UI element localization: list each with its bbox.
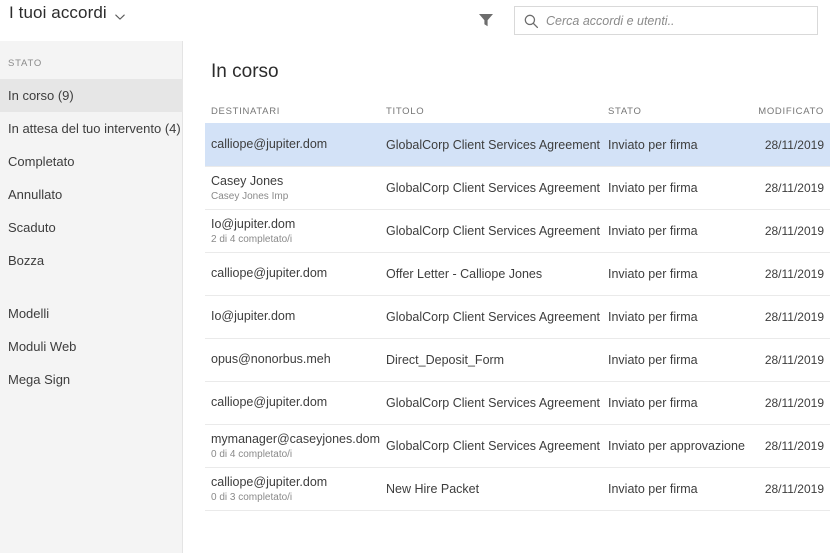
search-icon — [523, 13, 539, 29]
table-row[interactable]: mymanager@caseyjones.dom 0 di 4 completat… — [205, 424, 830, 467]
table-row[interactable]: opus@nonorbus.meh Direct_Deposit_Form Invi… — [205, 338, 830, 381]
cell-title: Direct_Deposit_Form — [386, 353, 505, 367]
cell-title: GlobalCorp Client Services Agreement — [386, 439, 600, 453]
cell-recipients: calliope@jupiter.dom — [205, 266, 386, 282]
top-bar: I tuoi accordi — [0, 0, 830, 41]
cell-title: GlobalCorp Client Services Agreement — [386, 310, 600, 324]
agreements-table: DESTINATARI TITOLO STATO MODIFICATO call… — [205, 95, 830, 511]
sidebar-item-3[interactable]: Annullato — [0, 178, 183, 211]
cell-modified: 28/11/2019 — [764, 267, 824, 281]
search-input[interactable] — [546, 7, 811, 34]
sidebar-item-2[interactable]: Completato — [0, 145, 183, 178]
cell-status: Inviato per firma — [608, 137, 698, 152]
cell-status: Inviato per firma — [608, 396, 698, 410]
sidebar-item-0[interactable]: In corso (9) — [0, 79, 183, 112]
cell-modified: 28/11/2019 — [764, 396, 824, 410]
table-header-row: DESTINATARI TITOLO STATO MODIFICATO — [205, 95, 830, 123]
page-title: I tuoi accordi — [9, 3, 107, 22]
table-row[interactable]: calliope@jupiter.dom 0 di 3 completato/i N… — [205, 467, 830, 510]
table-row[interactable]: Casey Jones Casey Jones Imp GlobalCorp Cli… — [205, 166, 830, 209]
search-box[interactable] — [514, 6, 818, 35]
sidebar-item-label: Mega Sign — [8, 372, 71, 387]
cell-recipients: mymanager@caseyjones.dom 0 di 4 completat… — [205, 432, 386, 461]
cell-title: GlobalCorp Client Services Agreement — [386, 181, 600, 195]
recipient-subtext: Casey Jones Imp — [211, 191, 289, 203]
recipient-name: Io@jupiter.dom — [211, 309, 296, 324]
cell-modified: 28/11/2019 — [764, 224, 824, 238]
cell-title: GlobalCorp Client Services Agreement — [386, 396, 600, 410]
cell-title: Offer Letter - Calliope Jones — [386, 267, 543, 281]
sidebar-item-5[interactable]: Bozza — [0, 244, 183, 277]
sidebar-item-label: Moduli Web — [8, 339, 77, 354]
cell-status: Inviato per firma — [608, 353, 698, 367]
filter-funnel-icon[interactable] — [477, 11, 495, 29]
table-row[interactable]: Io@jupiter.dom 2 di 4 completato/i GlobalC… — [205, 209, 830, 252]
cell-recipients: calliope@jupiter.dom — [205, 137, 386, 153]
recipient-name: mymanager@caseyjones.dom — [211, 431, 381, 446]
agreements-page: I tuoi accordi STATO In corso (9) In atte… — [0, 0, 830, 553]
sidebar-item-label: Bozza — [8, 253, 45, 268]
table-body: calliope@jupiter.dom GlobalCorp Client Se… — [205, 123, 830, 511]
sidebar-nav-list: In corso (9) In attesa del tuo intervento… — [0, 79, 183, 396]
cell-status: Inviato per firma — [608, 482, 698, 496]
cell-title: GlobalCorp Client Services Agreement — [386, 224, 600, 238]
sidebar-item-6[interactable]: Modelli — [0, 297, 183, 330]
column-header-status[interactable]: STATO — [608, 106, 758, 117]
sidebar-item-8[interactable]: Mega Sign — [0, 363, 183, 396]
recipient-name: Casey Jones — [211, 173, 284, 188]
sidebar-item-4[interactable]: Scaduto — [0, 211, 183, 244]
recipient-name: calliope@jupiter.dom — [211, 395, 328, 410]
cell-status: Inviato per approvazione — [608, 439, 745, 453]
main-content: In corso DESTINATARI TITOLO STATO MODIFI… — [183, 41, 830, 553]
section-title: In corso — [211, 61, 279, 82]
cell-recipients: calliope@jupiter.dom — [205, 395, 386, 411]
cell-status: Inviato per firma — [608, 267, 698, 281]
table-row[interactable]: calliope@jupiter.dom GlobalCorp Client Se… — [205, 123, 830, 166]
cell-recipients: Io@jupiter.dom 2 di 4 completato/i — [205, 217, 386, 246]
cell-recipients: Casey Jones Casey Jones Imp — [205, 174, 386, 203]
sidebar-item-7[interactable]: Moduli Web — [0, 330, 183, 363]
sidebar-item-label: In corso (9) — [8, 88, 74, 103]
recipient-subtext: 0 di 3 completato/i — [211, 492, 293, 504]
cell-title: New Hire Packet — [386, 482, 480, 496]
sidebar-item-label: Completato — [8, 154, 75, 169]
recipient-name: calliope@jupiter.dom — [211, 474, 328, 489]
recipient-name: Io@jupiter.dom — [211, 216, 296, 231]
sidebar-item-label: Modelli — [8, 306, 50, 321]
cell-status: Inviato per firma — [608, 224, 698, 238]
cell-modified: 28/11/2019 — [764, 482, 824, 496]
table-row[interactable]: calliope@jupiter.dom Offer Letter - Calli… — [205, 252, 830, 295]
sidebar-item-label: In attesa del tuo intervento (4) — [8, 121, 181, 136]
recipient-name: calliope@jupiter.dom — [211, 266, 328, 281]
cell-modified: 28/11/2019 — [764, 439, 824, 453]
recipient-subtext: 0 di 4 completato/i — [211, 449, 293, 461]
sidebar-item-1[interactable]: In attesa del tuo intervento (4) — [0, 112, 183, 145]
recipient-name: calliope@jupiter.dom — [211, 136, 328, 151]
cell-modified: 28/11/2019 — [764, 137, 824, 152]
cell-recipients: Io@jupiter.dom — [205, 309, 386, 325]
recipient-subtext: 2 di 4 completato/i — [211, 234, 293, 246]
table-row[interactable]: Io@jupiter.dom GlobalCorp Client Services… — [205, 295, 830, 338]
cell-title: GlobalCorp Client Services Agreement — [386, 137, 600, 152]
cell-status: Inviato per firma — [608, 310, 698, 324]
sidebar-heading: STATO — [8, 58, 43, 69]
column-header-modified[interactable]: MODIFICATO — [758, 106, 824, 117]
cell-modified: 28/11/2019 — [764, 353, 824, 367]
cell-modified: 28/11/2019 — [764, 181, 824, 195]
chevron-down-icon[interactable] — [113, 10, 127, 24]
column-header-title[interactable]: TITOLO — [386, 106, 608, 117]
cell-modified: 28/11/2019 — [764, 310, 824, 324]
column-header-recipients[interactable]: DESTINATARI — [205, 106, 386, 117]
table-row[interactable]: calliope@jupiter.dom GlobalCorp Client Se… — [205, 381, 830, 424]
cell-recipients: calliope@jupiter.dom 0 di 3 completato/i — [205, 475, 386, 504]
recipient-name: opus@nonorbus.meh — [211, 352, 331, 367]
sidebar-item-label: Scaduto — [8, 220, 56, 235]
sidebar-item-label: Annullato — [8, 187, 63, 202]
sidebar: STATO In corso (9) In attesa del tuo inte… — [0, 41, 183, 553]
cell-status: Inviato per firma — [608, 181, 698, 195]
cell-recipients: opus@nonorbus.meh — [205, 352, 386, 368]
